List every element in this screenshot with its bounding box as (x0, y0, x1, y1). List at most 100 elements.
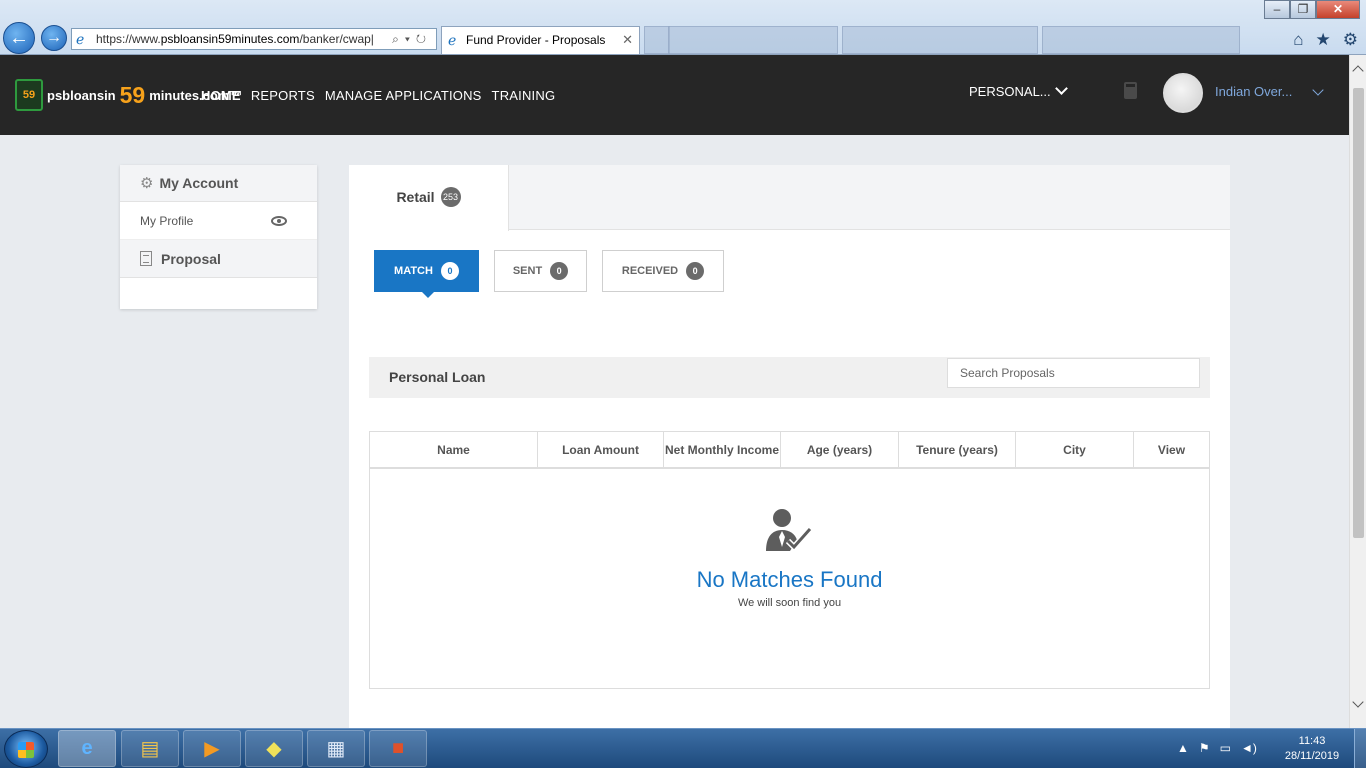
category-tabs: Retail 253 (349, 165, 1230, 231)
tab-background-2[interactable] (842, 26, 1038, 54)
clock-time: 11:43 (1298, 735, 1326, 747)
top-nav: HOME REPORTS MANAGE APPLICATIONS TRAININ… (201, 88, 555, 103)
gear-icon: ⚙ (140, 175, 154, 192)
window-controls: – ❐ ✕ (1264, 0, 1360, 19)
search-proposals-input[interactable] (947, 358, 1200, 388)
user-menu-chevron-icon[interactable] (1312, 84, 1324, 96)
chevron-down-icon (1054, 82, 1068, 95)
address-host: psbloansin59minutes.com (160, 32, 300, 46)
proposal-label: Proposal (161, 250, 221, 267)
avatar[interactable] (1163, 73, 1203, 113)
col-net-monthly-income[interactable]: Net Monthly Income (664, 432, 781, 467)
address-bar[interactable]: ℯ https://www.psbloansin59minutes.com/ba… (71, 28, 437, 50)
app-header: 59 psbloansin 59 minutes.com™ HOME REPOR… (0, 55, 1349, 135)
col-view[interactable]: View (1134, 432, 1209, 467)
tab-background-3[interactable] (1042, 26, 1240, 54)
user-check-icon (766, 509, 812, 552)
empty-title: No Matches Found (696, 567, 883, 592)
col-city[interactable]: City (1016, 432, 1134, 467)
taskbar-explorer-icon[interactable]: ▤ (121, 730, 179, 767)
match-filter-button[interactable]: MATCH 0 (374, 250, 479, 298)
proposals-panel: Retail 253 MATCH 0 SENT 0 RECEIVED 0 Persona… (349, 165, 1230, 728)
browser-toolbar-icons: ⌂ ★ ⚙ (1293, 30, 1358, 50)
nav-training[interactable]: TRAINING (492, 88, 556, 103)
col-tenure[interactable]: Tenure (years) (899, 432, 1016, 467)
sidebar: ⚙ My Account My Profile Proposal (120, 165, 317, 309)
taskbar-sticky-notes-icon[interactable]: ◆ (245, 730, 303, 767)
show-desktop-button[interactable] (1354, 729, 1366, 768)
system-tray: ▲ ⚑ ▭ ◄) (1177, 741, 1257, 755)
ie-tab-icon: ℯ (448, 32, 457, 48)
tray-volume-icon[interactable]: ◄) (1241, 741, 1257, 755)
received-label: RECEIVED (621, 265, 679, 277)
taskbar-ie-icon[interactable]: e (58, 730, 116, 767)
my-account-label: My Account (159, 175, 239, 191)
back-button[interactable]: ← (3, 22, 35, 54)
calculator-icon[interactable] (1124, 82, 1137, 99)
received-filter-button[interactable]: RECEIVED 0 (602, 250, 724, 292)
user-name[interactable]: Indian Over... (1215, 84, 1292, 99)
favorites-star-icon[interactable]: ★ (1316, 30, 1331, 50)
logo-text-59: 59 (119, 81, 146, 108)
forward-button[interactable]: → (41, 25, 67, 51)
match-count-badge: 0 (440, 262, 459, 280)
sidebar-item-proposal[interactable]: Proposal (120, 240, 317, 278)
scroll-thumb[interactable] (1353, 88, 1364, 538)
col-loan-amount[interactable]: Loan Amount (538, 432, 664, 467)
loan-section-bar: Personal Loan (369, 357, 1210, 398)
tray-network-icon[interactable]: ▭ (1220, 741, 1231, 755)
product-dropdown-label: PERSONAL... (969, 84, 1051, 99)
tab-title: Fund Provider - Proposals (466, 33, 606, 47)
tray-flag-icon[interactable]: ⚑ (1199, 741, 1210, 755)
proposals-table: Name Loan Amount Net Monthly Income Age … (369, 431, 1210, 689)
minimize-button[interactable]: – (1264, 0, 1290, 19)
address-scheme: https://www. (96, 32, 161, 46)
sent-count-badge: 0 (550, 262, 569, 280)
vertical-scrollbar[interactable] (1349, 55, 1366, 728)
sidebar-item-my-profile[interactable]: My Profile (120, 202, 317, 240)
received-count-badge: 0 (686, 262, 705, 280)
settings-gear-icon[interactable]: ⚙ (1343, 30, 1358, 50)
tab-background-1[interactable] (668, 26, 838, 54)
taskbar-media-player-icon[interactable]: ▶ (183, 730, 241, 767)
retail-count-badge: 253 (440, 187, 461, 207)
sent-filter-button[interactable]: SENT 0 (494, 250, 587, 292)
start-button[interactable] (4, 730, 48, 768)
browser-chrome: – ❐ ✕ ← → ℯ https://www.psbloansin59minu… (0, 0, 1366, 55)
address-path: /banker/cwap| (299, 32, 374, 46)
scroll-down-icon[interactable] (1352, 696, 1364, 708)
table-header: Name Loan Amount Net Monthly Income Age … (370, 432, 1209, 469)
nav-manage-applications[interactable]: MANAGE APPLICATIONS (325, 88, 482, 103)
home-icon[interactable]: ⌂ (1293, 30, 1303, 50)
taskbar-word-icon[interactable]: ▦ (307, 730, 365, 767)
document-icon (140, 251, 152, 266)
tray-expand-icon[interactable]: ▲ (1177, 741, 1189, 755)
close-window-button[interactable]: ✕ (1316, 0, 1360, 19)
nav-home[interactable]: HOME (201, 88, 241, 103)
product-dropdown[interactable]: PERSONAL... (969, 82, 1068, 99)
sent-label: SENT (512, 265, 543, 277)
eye-icon[interactable] (271, 216, 287, 226)
tab-close-icon[interactable]: ✕ (622, 27, 633, 53)
match-label: MATCH (394, 265, 433, 277)
address-search-refresh-icons[interactable]: ⌕▾↻ (392, 29, 432, 49)
empty-subtitle: We will soon find you (737, 597, 842, 609)
ie-page-icon: ℯ (76, 31, 85, 47)
logo-text-prefix: psbloansin (47, 87, 116, 103)
clock-date: 28/11/2019 (1284, 750, 1340, 762)
taskbar-clock[interactable]: 11:43 28/11/2019 (1282, 734, 1342, 764)
scroll-up-icon[interactable] (1352, 65, 1364, 77)
tab-fund-provider[interactable]: ℯ Fund Provider - Proposals ✕ (441, 26, 640, 54)
section-title: Personal Loan (389, 369, 486, 385)
my-profile-label: My Profile (140, 213, 194, 228)
tab-retail[interactable]: Retail 253 (349, 165, 509, 231)
col-age[interactable]: Age (years) (781, 432, 899, 467)
nav-reports[interactable]: REPORTS (251, 88, 315, 103)
col-name[interactable]: Name (370, 432, 538, 467)
my-account-header[interactable]: ⚙ My Account (120, 165, 317, 202)
windows-taskbar: e ▤ ▶ ◆ ▦ ■ ▲ ⚑ ▭ ◄) 11:43 28/11/2019 (0, 728, 1366, 768)
new-tab-button[interactable] (644, 26, 670, 54)
tab-retail-label: Retail (396, 189, 435, 205)
maximize-button[interactable]: ❐ (1290, 0, 1316, 19)
taskbar-powerpoint-icon[interactable]: ■ (369, 730, 427, 767)
